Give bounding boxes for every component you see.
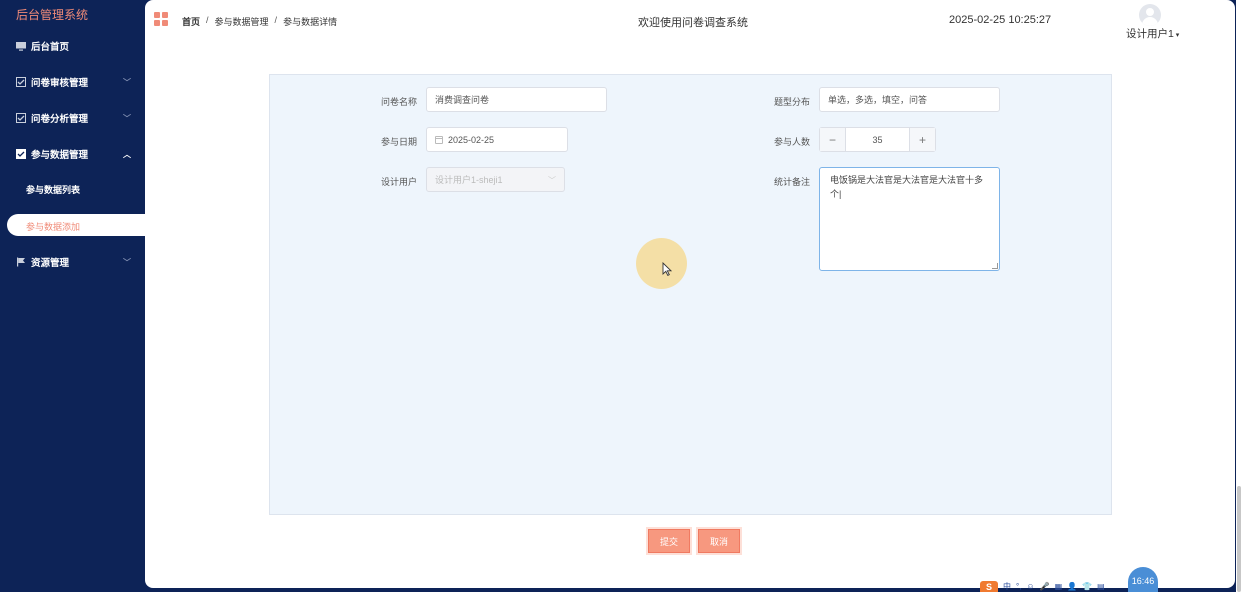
sidebar-subitem-participation-list[interactable]: 参与数据列表 [0,174,145,204]
submit-button[interactable]: 提交 [648,529,690,553]
breadcrumb-home[interactable]: 首页 [182,15,200,28]
sidebar-item-survey-review[interactable]: 问卷审核管理 ﹀ [0,65,145,99]
sidebar-item-participation[interactable]: 参与数据管理 ︿ [0,137,145,171]
breadcrumb-item[interactable]: 参与数据管理 [215,15,269,28]
resize-handle-icon[interactable] [992,263,998,269]
main-content: 首页 / 参与数据管理 / 参与数据详情 欢迎使用问卷调查系统 2025-02-… [145,0,1235,588]
date-label: 参与日期 [381,137,418,147]
participants-stepper[interactable]: − 35 + [819,127,936,152]
checkbox-icon [16,113,26,123]
breadcrumb-separator: / [206,15,209,25]
sidebar-item-label: 参与数据管理 [31,150,89,161]
breadcrumb-current: 参与数据详情 [283,17,338,27]
remark-label: 统计备注 [774,177,811,187]
ime-punct-icon[interactable]: °, [1016,582,1021,591]
welcome-text: 欢迎使用问卷调查系统 [638,17,748,29]
user-name: 设计用户1 [1126,28,1174,40]
sidebar-item-label: 后台首页 [31,42,70,53]
survey-name-value: 消费调查问卷 [435,95,490,105]
designer-select[interactable]: 设计用户1-sheji1 ﹀ [426,167,565,192]
remark-textarea[interactable]: 电饭锅是大法官是大法官是大法官十多个| [819,167,1000,271]
designer-value: 设计用户1-sheji1 [435,175,503,185]
ime-logo-icon: S [980,581,998,592]
participants-label: 参与人数 [774,137,811,147]
cancel-button[interactable]: 取消 [698,529,740,553]
sidebar: 后台管理系统 后台首页 问卷审核管理 ﹀ 问卷分析管理 ﹀ 参与数据管理 ︿ 参… [0,0,147,592]
sidebar-item-resources[interactable]: 资源管理 ﹀ [0,245,145,279]
question-types-label: 题型分布 [774,97,811,107]
user-menu[interactable]: 设计用户1 ▾ [1126,26,1179,41]
calendar-icon [435,135,443,144]
caret-down-icon: ▾ [1173,32,1180,39]
ime-toolbar[interactable]: S 中 °, ☺ 🎤 ▦ 👤 👕 ▤ [980,581,1118,592]
breadcrumb-separator: / [274,15,278,25]
remark-value: 电饭锅是大法官是大法官是大法官十多个| [830,175,984,199]
survey-name-input[interactable]: 消费调查问卷 [426,87,607,112]
checkbox-icon [16,77,26,87]
breadcrumb: 首页 / 参与数据管理 / 参与数据详情 [182,15,337,28]
app-title: 后台管理系统 [16,8,89,22]
sidebar-item-survey-analysis[interactable]: 问卷分析管理 ﹀ [0,101,145,135]
ime-emoji-icon[interactable]: ☺ [1026,582,1034,591]
mouse-cursor-icon [662,261,673,276]
monitor-icon [16,41,26,51]
question-types-input[interactable]: 单选，多选，填空，问答 [819,87,1000,112]
ime-user-icon[interactable]: 👤 [1067,582,1077,591]
sidebar-subitem-participation-add[interactable]: 参与数据添加 [7,214,147,236]
chevron-down-icon: ﹀ [123,77,131,87]
form-panel: 问卷名称 消费调查问卷 题型分布 单选，多选，填空，问答 参与日期 2025-0… [269,74,1112,515]
sidebar-subitem-label: 参与数据添加 [26,222,81,232]
survey-name-label: 问卷名称 [381,97,418,107]
checkbox-icon [16,149,26,159]
chevron-down-icon: ﹀ [123,257,131,267]
chevron-up-icon: ︿ [123,149,131,159]
plus-icon[interactable]: + [909,128,935,151]
sidebar-item-home[interactable]: 后台首页 [0,29,145,63]
designer-label: 设计用户 [381,177,418,187]
date-picker[interactable]: 2025-02-25 [426,127,568,152]
ime-mic-icon[interactable]: 🎤 [1040,582,1050,591]
avatar[interactable] [1139,4,1161,26]
ime-lang-icon[interactable]: 中 [1003,581,1011,592]
participants-value[interactable]: 35 [846,128,909,151]
ime-keyboard-icon[interactable]: ▦ [1055,582,1063,591]
minus-icon[interactable]: − [820,128,846,151]
question-types-value: 单选，多选，填空，问答 [828,95,928,105]
date-value: 2025-02-25 [448,134,495,145]
ime-skin-icon[interactable]: 👕 [1082,582,1092,591]
scrollbar-thumb[interactable] [1237,486,1241,592]
sidebar-item-label: 问卷审核管理 [31,78,89,89]
sidebar-item-label: 资源管理 [31,258,70,269]
menu-toggle-icon[interactable] [154,12,168,26]
sidebar-item-label: 问卷分析管理 [31,114,89,125]
chevron-down-icon: ﹀ [548,176,556,185]
sidebar-subitem-label: 参与数据列表 [26,184,81,195]
chevron-down-icon: ﹀ [123,113,131,123]
floating-clock[interactable]: 16:46 [1128,567,1158,592]
ime-menu-icon[interactable]: ▤ [1097,582,1105,591]
header-datetime: 2025-02-25 10:25:27 [949,14,1052,26]
flag-icon [16,257,26,267]
